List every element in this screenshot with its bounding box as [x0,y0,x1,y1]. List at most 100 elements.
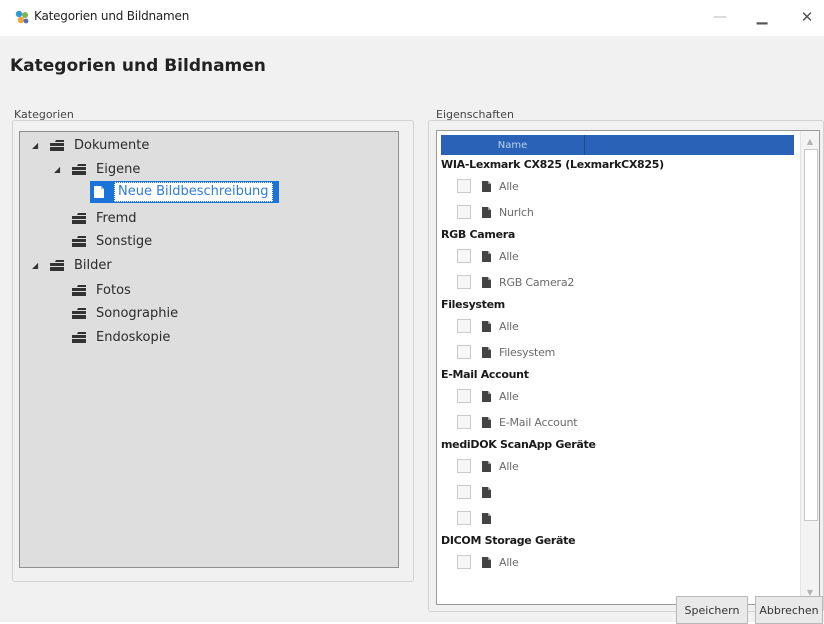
cancel-button[interactable]: Abbrechen [755,596,823,624]
property-group-title: E-Mail Account [441,368,529,381]
tree-node-label: Fotos [96,282,131,298]
property-item-label: E-Mail Account [499,415,578,429]
property-item-label: Alle [499,459,519,473]
document-icon [482,390,491,402]
property-group-title: mediDOK ScanApp Geräte [441,438,596,451]
tree-node-label: Fremd [96,210,137,226]
page-title: Kategorien und Bildnamen [10,56,266,76]
dialog-content: Kategorien und Bildnamen Kategorien ◢ Do… [0,36,824,624]
tree-node-label: Endoskopie [96,329,171,345]
document-icon [482,346,491,358]
scroll-thumb[interactable] [804,149,818,521]
property-row[interactable]: Filesystem [437,342,797,362]
properties-grid[interactable]: Name WIA-Lexmark CX825 (LexmarkCX825) All… [436,130,820,605]
folder-icon [50,139,64,151]
tree-node-label: Dokumente [74,137,150,153]
close-button[interactable]: ✕ [790,4,824,30]
property-checkbox[interactable] [457,415,471,429]
document-icon [482,416,491,428]
window-title: Kategorien und Bildnamen [34,9,190,23]
document-icon [482,250,491,262]
folder-icon [50,259,64,271]
maximize-button[interactable]: ▁ [745,4,779,30]
tree-node-label: Bilder [74,257,112,273]
property-item-label: RGB Camera2 [499,275,575,289]
folder-icon [72,284,86,296]
property-row[interactable] [437,482,797,502]
property-row[interactable]: Alle [437,552,797,572]
property-group-title: DICOM Storage Geräte [441,534,576,547]
property-row[interactable] [437,508,797,528]
property-item-label: Alle [499,555,519,569]
property-group-title: WIA-Lexmark CX825 (LexmarkCX825) [441,158,664,171]
tree-node-eigene[interactable]: ◢ Eigene [54,158,140,180]
property-row[interactable]: Alle [437,246,797,266]
rename-input[interactable]: Neue Bildbeschreibung [114,182,273,202]
document-icon [482,512,491,524]
property-row[interactable]: Alle [437,316,797,336]
category-tree[interactable]: ◢ Dokumente ◢ Eigene Neue Bildbeschreibu… [19,131,399,568]
tree-node-fremd[interactable]: Fremd [72,207,137,229]
expander-icon[interactable]: ◢ [32,141,42,150]
property-item-label: Nurlch [499,205,534,219]
property-item-label: Alle [499,249,519,263]
folder-icon [72,163,86,175]
expander-icon[interactable]: ◢ [32,261,42,270]
column-divider[interactable] [584,135,585,155]
property-row[interactable]: Alle [437,386,797,406]
minimize-button[interactable]: — [703,4,737,30]
tree-node-dokumente[interactable]: ◢ Dokumente [32,134,149,156]
property-checkbox[interactable] [457,389,471,403]
property-checkbox[interactable] [457,319,471,333]
property-checkbox[interactable] [457,459,471,473]
column-header-name[interactable]: Name [441,135,584,155]
property-checkbox[interactable] [457,555,471,569]
property-group-title: Filesystem [441,298,505,311]
vertical-scrollbar[interactable]: ▲ ▼ [800,131,819,602]
property-checkbox[interactable] [457,205,471,219]
property-checkbox[interactable] [457,275,471,289]
tree-node-label: Eigene [96,161,141,177]
tree-node-neue-bildbeschreibung[interactable]: Neue Bildbeschreibung [90,181,279,203]
app-icon [14,9,30,25]
document-icon [482,276,491,288]
properties-group-label: Eigenschaften [436,108,514,121]
document-icon [482,556,491,568]
property-row[interactable]: Alle [437,456,797,476]
save-button[interactable]: Speichern [676,596,748,624]
property-row[interactable]: RGB Camera2 [437,272,797,292]
document-icon [482,460,491,472]
property-item-label: Alle [499,389,519,403]
folder-icon [72,331,86,343]
document-icon [482,320,491,332]
scroll-up-arrow-icon[interactable]: ▲ [801,133,819,149]
tree-node-label: Sonographie [96,305,179,321]
tree-node-bilder[interactable]: ◢ Bilder [32,254,112,276]
property-row[interactable]: E-Mail Account [437,412,797,432]
document-icon [482,486,491,498]
document-icon [482,180,491,192]
tree-node-sonographie[interactable]: Sonographie [72,302,178,324]
property-checkbox[interactable] [457,511,471,525]
property-group-title: RGB Camera [441,228,515,241]
folder-icon [72,235,86,247]
property-row[interactable]: Alle [437,176,797,196]
tree-node-sonstige[interactable]: Sonstige [72,230,152,252]
property-row[interactable]: Nurlch [437,202,797,222]
property-item-label: Filesystem [499,345,556,359]
tree-node-fotos[interactable]: Fotos [72,279,131,301]
property-item-label: Alle [499,319,519,333]
property-checkbox[interactable] [457,249,471,263]
title-bar: Kategorien und Bildnamen — ▁ ✕ [0,0,824,36]
categories-group-label: Kategorien [14,108,74,121]
grid-body: WIA-Lexmark CX825 (LexmarkCX825) Alle Nurl… [437,155,799,603]
property-item-label: Alle [499,179,519,193]
expander-icon[interactable]: ◢ [54,165,64,174]
document-icon [94,186,104,198]
document-icon [482,206,491,218]
property-checkbox[interactable] [457,179,471,193]
property-checkbox[interactable] [457,485,471,499]
tree-node-endoskopie[interactable]: Endoskopie [72,326,170,348]
property-checkbox[interactable] [457,345,471,359]
folder-icon [72,212,86,224]
